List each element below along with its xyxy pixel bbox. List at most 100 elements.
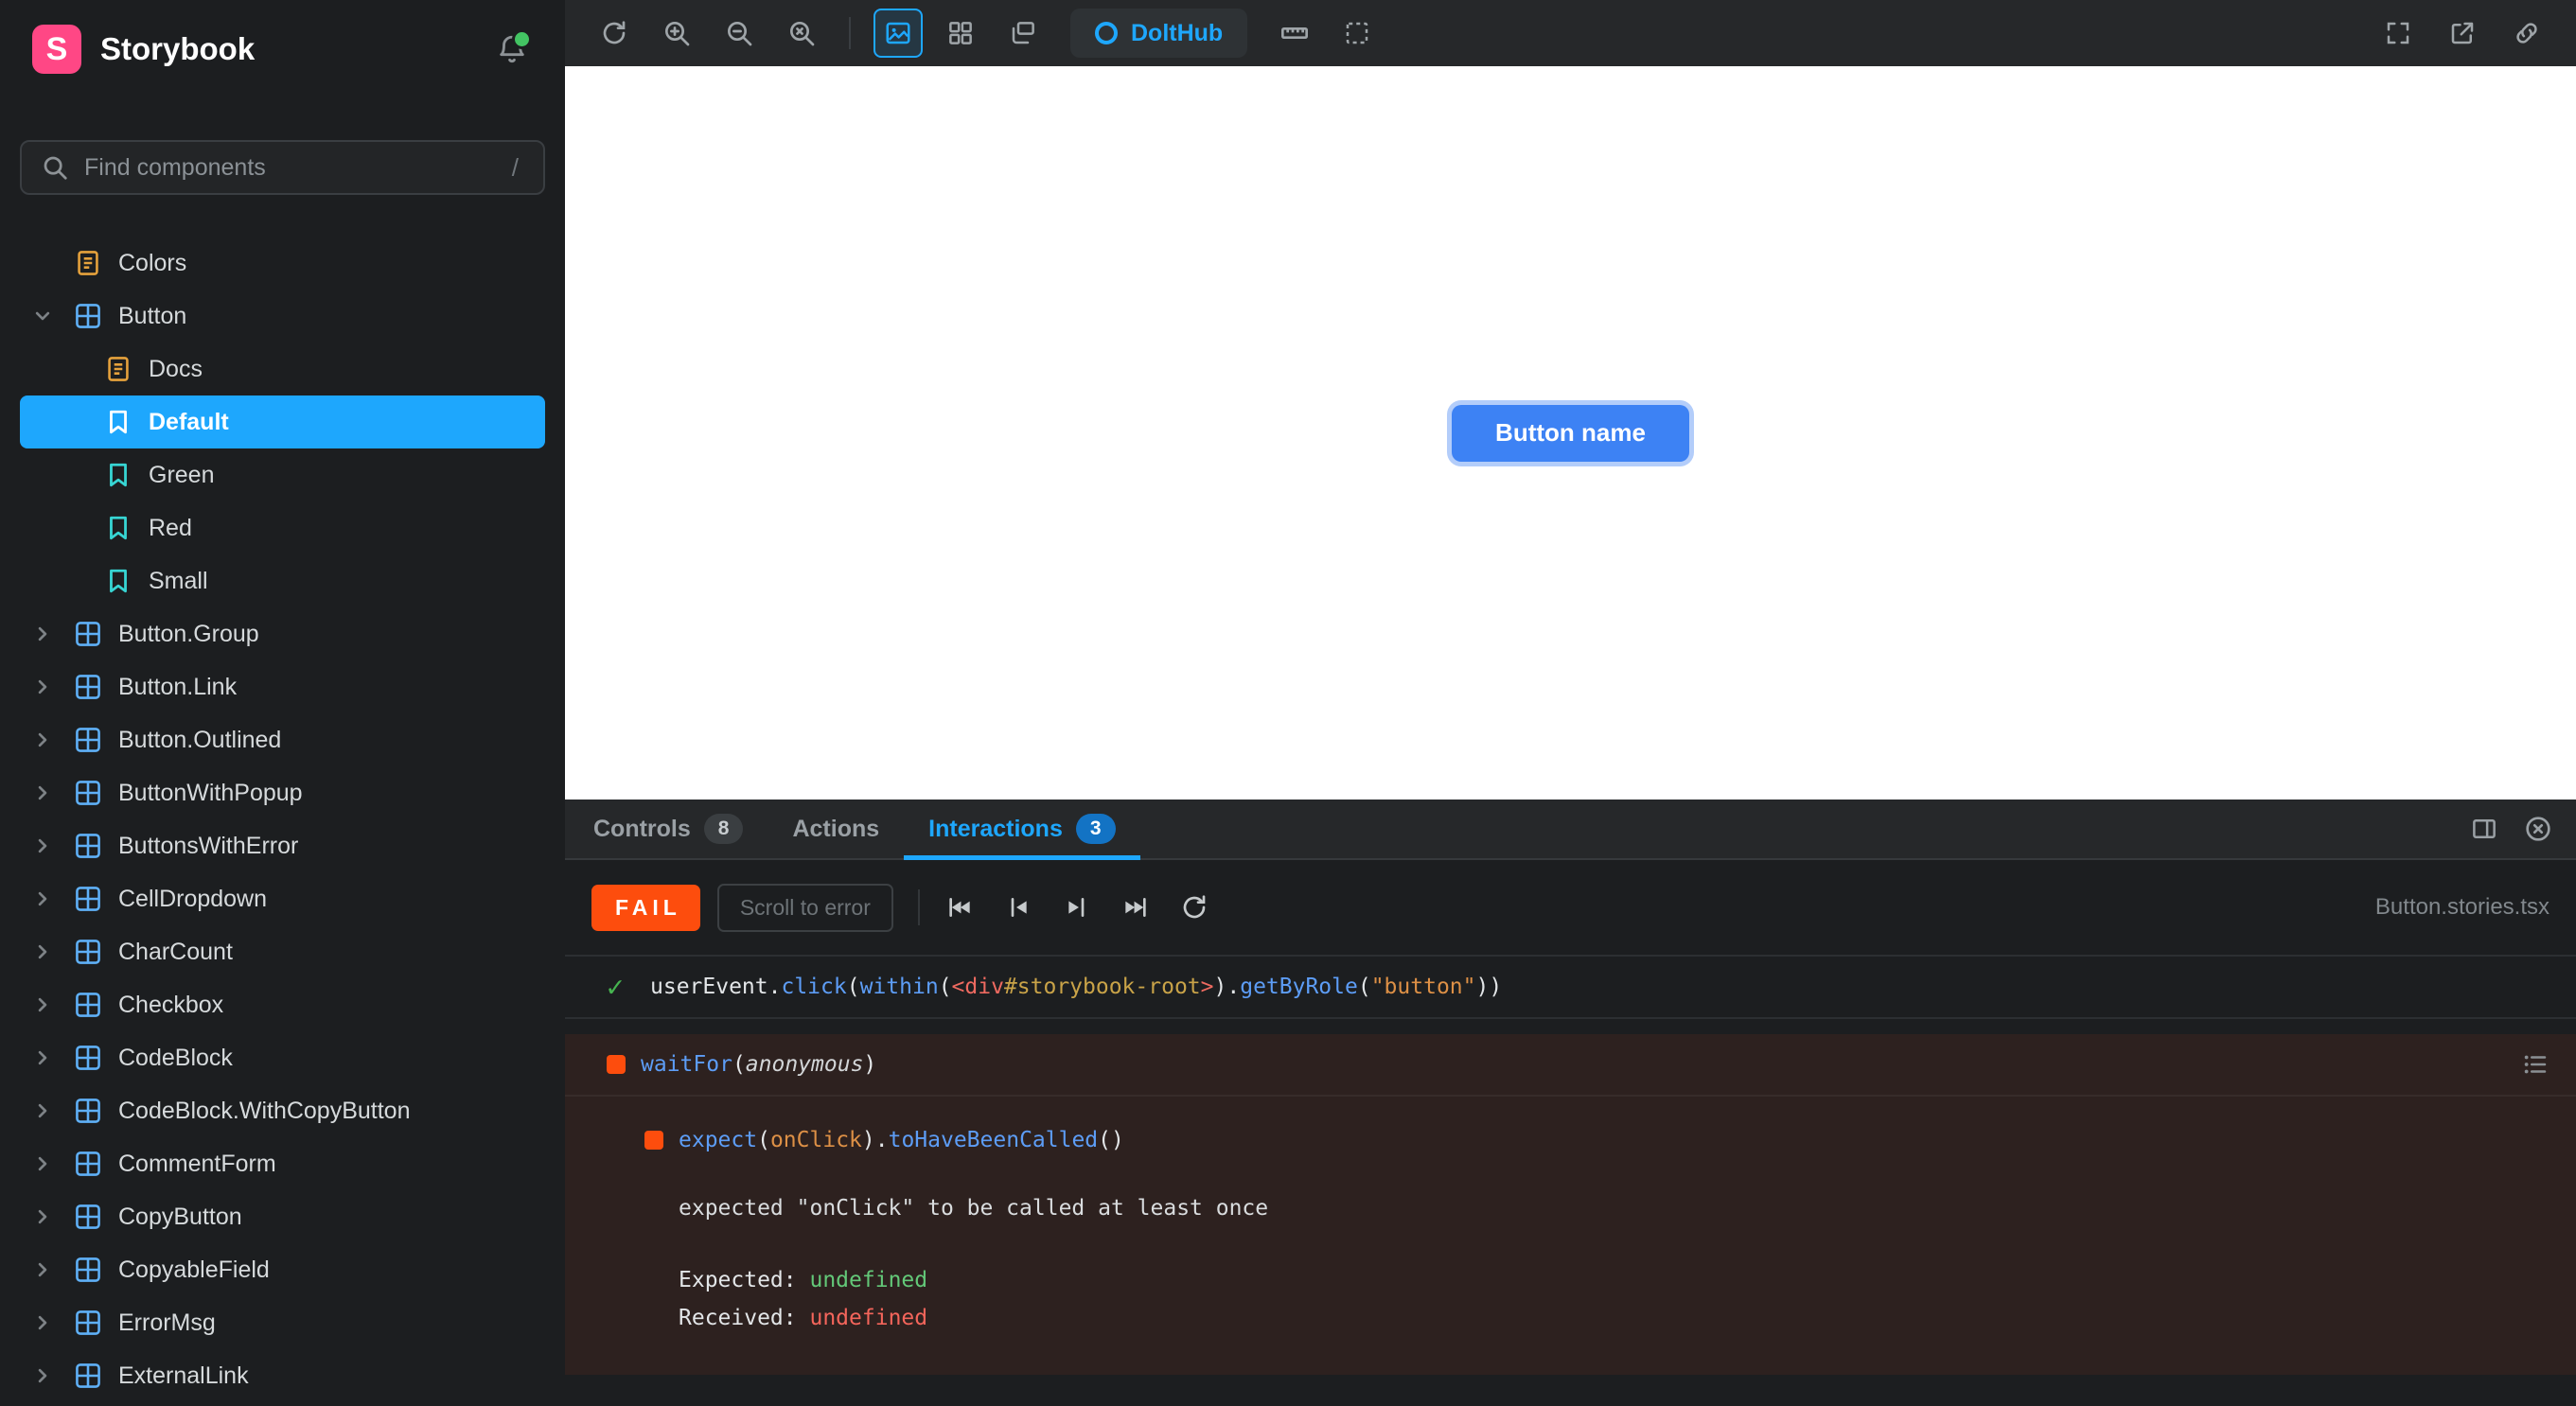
chevron-right-icon[interactable]: [33, 836, 71, 855]
sidebar-item-docs[interactable]: Docs: [20, 343, 545, 395]
toolbar-divider: [849, 17, 851, 49]
error-message: expected "onClick" to be called at least…: [679, 1196, 1269, 1221]
sidebar-item-label: Docs: [149, 355, 203, 382]
search-input[interactable]: [82, 152, 506, 183]
copy-link-icon[interactable]: [2502, 9, 2551, 58]
outline-tool-icon[interactable]: [1332, 9, 1382, 58]
step-forward-icon[interactable]: [1062, 892, 1092, 923]
storybook-logo[interactable]: S: [32, 25, 81, 74]
sidebar-item-charcount[interactable]: CharCount: [20, 925, 545, 978]
chevron-right-icon[interactable]: [33, 1207, 71, 1226]
sidebar-item-label: Button: [118, 302, 187, 329]
chevron-right-icon[interactable]: [33, 1313, 71, 1332]
chevron-right-icon[interactable]: [33, 677, 71, 696]
open-external-icon[interactable]: [2438, 9, 2487, 58]
chevron-right-icon[interactable]: [33, 730, 71, 749]
panel-position-icon[interactable]: [2470, 815, 2498, 843]
chevron-right-icon[interactable]: [33, 1101, 71, 1120]
sidebar-item-green[interactable]: Green: [20, 448, 545, 501]
go-to-start-icon[interactable]: [944, 892, 975, 923]
zoom-reset-icon[interactable]: [777, 9, 826, 58]
tab-interactions[interactable]: Interactions 3: [904, 800, 1140, 860]
sidebar-item-checkbox[interactable]: Checkbox: [20, 978, 545, 1031]
sidebar-item-button-group[interactable]: Button.Group: [20, 607, 545, 660]
story-button[interactable]: Button name: [1452, 404, 1689, 462]
dolthub-logo-icon: [1095, 22, 1118, 44]
list-icon[interactable]: [2521, 1050, 2550, 1079]
component-icon: [71, 723, 105, 757]
sidebar-item-codeblock[interactable]: CodeBlock: [20, 1031, 545, 1084]
sidebar-item-label: Red: [149, 514, 192, 541]
background-tool-icon[interactable]: [873, 9, 923, 58]
grid-tool-icon[interactable]: [936, 9, 985, 58]
chevron-right-icon[interactable]: [33, 1154, 71, 1173]
zoom-out-icon[interactable]: [715, 9, 764, 58]
search-shortcut: /: [511, 152, 519, 182]
step-back-icon[interactable]: [1003, 892, 1033, 923]
sidebar-item-externallink[interactable]: ExternalLink: [20, 1349, 545, 1402]
chevron-right-icon[interactable]: [33, 889, 71, 908]
chevron-right-icon[interactable]: [33, 783, 71, 802]
rerun-icon[interactable]: [1179, 892, 1209, 923]
sidebar-item-buttonwithpopup[interactable]: ButtonWithPopup: [20, 766, 545, 819]
tab-label: Controls: [593, 815, 691, 842]
sidebar-item-errormsg[interactable]: ErrorMsg: [20, 1296, 545, 1349]
sidebar-item-button-link[interactable]: Button.Link: [20, 660, 545, 713]
interaction-code: waitFor(anonymous): [641, 1052, 877, 1077]
scroll-to-error-button[interactable]: Scroll to error: [716, 883, 893, 932]
sidebar-tree: Colors Button Docs Default Green Red Small Butt…: [0, 237, 565, 1406]
viewport-tool-icon[interactable]: [998, 9, 1048, 58]
sidebar-item-label: Green: [149, 461, 215, 488]
sidebar-item-button-outlined[interactable]: Button.Outlined: [20, 713, 545, 766]
notifications-icon[interactable]: [491, 28, 533, 70]
check-icon: ✓: [607, 970, 625, 1004]
sidebar-item-default[interactable]: Default: [20, 395, 545, 448]
sidebar-item-codeblock-withcopybutton[interactable]: CodeBlock.WithCopyButton: [20, 1084, 545, 1137]
interaction-step-passed[interactable]: ✓ userEvent.click(within(<div#storybook-…: [565, 957, 2576, 1019]
chevron-right-icon[interactable]: [33, 995, 71, 1014]
fail-marker-icon: [644, 1131, 663, 1150]
bookmark-icon: [101, 511, 135, 545]
story-file-name: Button.stories.tsx: [2374, 894, 2550, 920]
sidebar-item-button[interactable]: Button: [20, 290, 545, 343]
sidebar-item-label: CommentForm: [118, 1150, 276, 1177]
sidebar-item-colors[interactable]: Colors: [20, 237, 545, 290]
search-box[interactable]: /: [20, 140, 545, 195]
sidebar: S Storybook / Colors Button Docs Default Gre…: [0, 0, 565, 1406]
stage: DoltHub Button name Controls 8 Actions I…: [565, 0, 2576, 1406]
sidebar-item-small[interactable]: Small: [20, 554, 545, 607]
sidebar-item-celldropdown[interactable]: CellDropdown: [20, 872, 545, 925]
sidebar-item-copyablefield[interactable]: CopyableField: [20, 1243, 545, 1296]
interaction-step-waitfor[interactable]: waitFor(anonymous): [565, 1034, 2576, 1097]
chevron-down-icon[interactable]: [33, 307, 71, 325]
status-badge: FAIL: [591, 884, 700, 931]
zoom-in-icon[interactable]: [652, 9, 701, 58]
sidebar-item-label: Small: [149, 567, 208, 594]
chevron-right-icon[interactable]: [33, 1048, 71, 1067]
sidebar-item-copybutton[interactable]: CopyButton: [20, 1190, 545, 1243]
sidebar-item-red[interactable]: Red: [20, 501, 545, 554]
interaction-step-expect[interactable]: expect(onClick).toHaveBeenCalled(): [565, 1114, 2576, 1167]
sidebar-item-label: CharCount: [118, 938, 233, 965]
tab-controls[interactable]: Controls 8: [569, 800, 768, 858]
theme-switcher-label: DoltHub: [1131, 19, 1224, 46]
chevron-right-icon[interactable]: [33, 1260, 71, 1279]
remount-icon[interactable]: [590, 9, 639, 58]
chevron-right-icon[interactable]: [33, 624, 71, 643]
sidebar-item-commentform[interactable]: CommentForm: [20, 1137, 545, 1190]
theme-switcher-button[interactable]: DoltHub: [1070, 9, 1248, 58]
sidebar-item-buttonswitherror[interactable]: ButtonsWithError: [20, 819, 545, 872]
expected-line: Expected: undefined: [679, 1268, 928, 1292]
component-icon: [71, 935, 105, 969]
fullscreen-icon[interactable]: [2373, 9, 2423, 58]
sidebar-item-label: ButtonsWithError: [118, 832, 299, 859]
addon-panel: Controls 8 Actions Interactions 3 FAIL S…: [565, 800, 2576, 1406]
assertion-error: expected "onClick" to be called at least…: [565, 1189, 2576, 1337]
chevron-right-icon[interactable]: [33, 942, 71, 961]
close-panel-icon[interactable]: [2523, 814, 2553, 844]
go-to-end-icon[interactable]: [1120, 892, 1151, 923]
tab-actions[interactable]: Actions: [768, 800, 904, 858]
chevron-right-icon[interactable]: [33, 1366, 71, 1385]
interaction-group-failed: waitFor(anonymous) expect(onClick).toHav…: [565, 1034, 2576, 1375]
measure-tool-icon[interactable]: [1270, 9, 1319, 58]
